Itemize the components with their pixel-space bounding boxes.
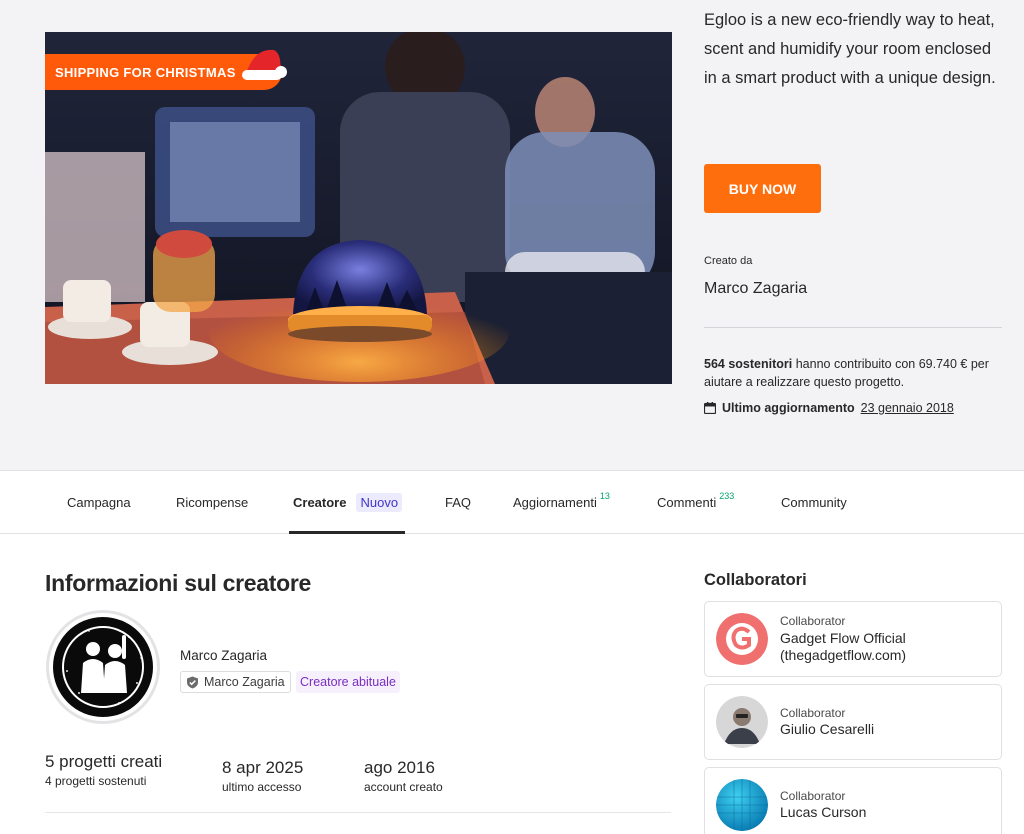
project-video-thumbnail[interactable]: SHIPPING FOR CHRISTMAS [45,32,672,384]
collaborator-card[interactable]: Collaborator Gadget Flow Official (thega… [704,601,1002,677]
last-update-date-link[interactable]: 23 gennaio 2018 [861,401,954,415]
updates-count: 13 [599,490,610,501]
last-update-label: Ultimo aggiornamento [722,401,855,415]
verified-identity-badge: Marco Zagaria [180,671,291,693]
tab-ricompense[interactable]: Ricompense [176,471,248,534]
collaborator-name: Lucas Curson [780,804,867,820]
stat-account-created: ago 2016 account creato [364,758,443,794]
collaborator-card[interactable]: Collaborator Giulio Cesarelli [704,684,1002,760]
collaborator-role: Collaborator [780,789,846,803]
tab-label: Aggiornamenti [513,495,597,510]
verified-shield-icon [187,676,198,688]
new-badge: Nuovo [356,493,403,512]
stat-value: 8 apr 2025 [222,758,304,777]
project-description: Egloo is a new eco-friendly way to heat,… [704,11,996,87]
santa-hat-icon [242,49,287,80]
last-update: Ultimo aggiornamento 23 gennaio 2018 [704,401,954,415]
collaborator-role: Collaborator [780,614,846,628]
tab-label: Commenti [657,495,717,510]
section-title: Informazioni sul creatore [45,570,312,596]
stat-label: account creato [364,780,443,794]
tab-label: Campagna [67,495,131,510]
tab-faq[interactable]: FAQ [445,471,471,534]
creator-logo-icon [53,617,153,717]
tab-label: FAQ [445,495,472,510]
collaborator-card[interactable]: Collaborator Lucas Curson [704,767,1002,834]
tab-campagna[interactable]: Campagna [67,471,131,534]
comments-count: 233 [719,490,735,501]
regular-creator-badge: Creatore abituale [296,671,400,693]
buy-now-button[interactable]: BUY NOW [704,164,821,213]
collaborator-name: Gadget Flow Official (thegadgetflow.com) [780,630,907,663]
tab-aggiornamenti[interactable]: Aggiornamenti 13 [513,471,610,534]
backers-count: 564 sostenitori [704,357,793,371]
gadget-flow-logo-icon [716,613,768,665]
project-hero: SHIPPING FOR CHRISTMAS Egloo is a new ec… [0,0,1024,470]
calendar-icon [704,402,716,414]
collaborator-role: Collaborator [780,706,846,720]
collaborator-name: Giulio Cesarelli [780,721,875,737]
stat-projects: 5 progetti creati 4 progetti sostenuti [45,752,162,788]
tab-label: Ricompense [176,495,249,510]
tab-label: Creatore [293,495,347,510]
stat-last-login: 8 apr 2025 ultimo accesso [222,758,303,794]
ribbon-text: SHIPPING FOR CHRISTMAS [55,64,236,80]
collaborators-title: Collaboratori [704,571,807,589]
stat-label: ultimo accesso [222,780,302,794]
tab-creatore[interactable]: Creatore Nuovo [293,471,403,534]
verified-name: Marco Zagaria [204,675,285,689]
stat-label: 4 progetti sostenuti [45,774,147,788]
blue-sphere-logo-icon [716,779,768,831]
project-tabs: Campagna Ricompense Creatore Nuovo FAQ A… [0,470,1024,534]
backers-summary: 564 sostenitori hanno contribuito con 69… [704,355,1004,391]
stat-value: ago 2016 [364,758,435,777]
divider [704,327,1002,328]
tab-community[interactable]: Community [781,471,847,534]
creator-avatar[interactable] [46,610,160,724]
person-photo-icon [716,696,768,748]
stat-value: 5 progetti creati [45,752,163,771]
created-by-label: Creato da [704,255,753,267]
creator-name-link[interactable]: Marco Zagaria [704,280,807,298]
active-tab-indicator [289,531,405,534]
tab-label: Community [781,495,847,510]
creator-name[interactable]: Marco Zagaria [180,648,267,663]
tab-commenti[interactable]: Commenti 233 [657,471,734,534]
divider [45,812,671,813]
